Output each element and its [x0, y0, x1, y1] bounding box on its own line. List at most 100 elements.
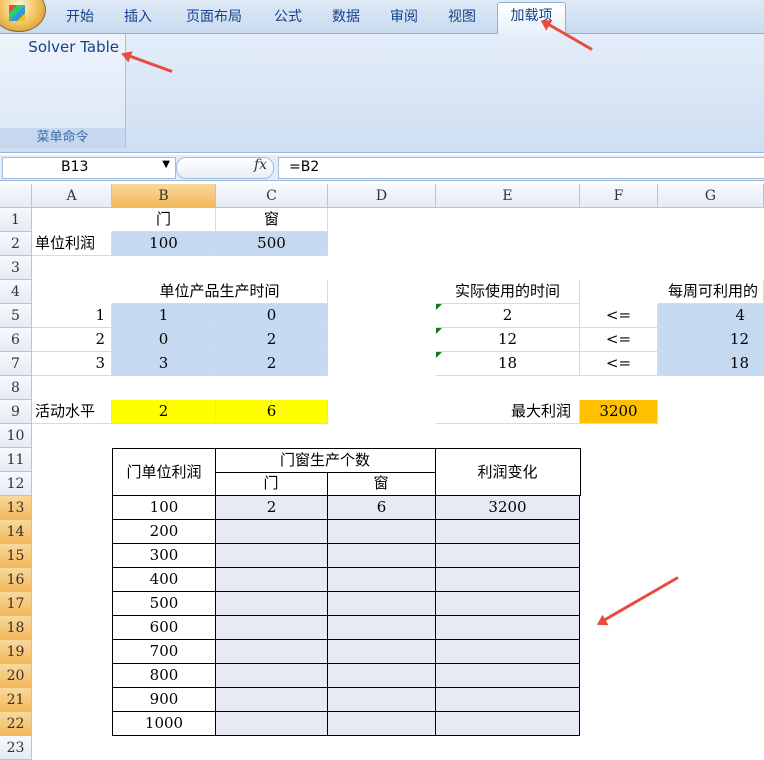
- table-cell-c20[interactable]: [216, 664, 328, 688]
- cell-a9[interactable]: 活动水平: [32, 400, 112, 424]
- row-header-17[interactable]: 17: [0, 592, 32, 616]
- cell-e9[interactable]: 最大利润: [436, 400, 580, 424]
- cell-e4-header[interactable]: 实际使用的时间: [436, 280, 580, 304]
- cell-c2[interactable]: 500: [216, 232, 328, 256]
- table-cell-e22[interactable]: [436, 712, 580, 736]
- table-cell-d17[interactable]: [328, 592, 436, 616]
- row-header-15[interactable]: 15: [0, 544, 32, 568]
- row-header-1[interactable]: 1: [0, 208, 32, 232]
- row-header-13[interactable]: 13: [0, 496, 32, 520]
- tab-home[interactable]: 开始: [54, 4, 106, 32]
- row-header-7[interactable]: 7: [0, 352, 32, 376]
- table-cell-b13[interactable]: 100: [112, 496, 216, 520]
- office-button[interactable]: [0, 0, 46, 32]
- column-header-g[interactable]: G: [658, 184, 764, 208]
- cell-e6[interactable]: 12: [436, 328, 580, 352]
- solver-table-button[interactable]: Solver Table: [0, 38, 125, 56]
- table-cell-d14[interactable]: [328, 520, 436, 544]
- column-header-b[interactable]: B: [112, 184, 216, 208]
- table-cell-e14[interactable]: [436, 520, 580, 544]
- cell-g7[interactable]: 18: [658, 352, 764, 376]
- row-header-4[interactable]: 4: [0, 280, 32, 304]
- column-header-f[interactable]: F: [580, 184, 658, 208]
- name-box[interactable]: B13 ▼: [2, 157, 176, 179]
- table-cell-b19[interactable]: 700: [112, 640, 216, 664]
- table-cell-e16[interactable]: [436, 568, 580, 592]
- cell-f6[interactable]: <=: [580, 328, 658, 352]
- cell-f9[interactable]: 3200: [580, 400, 658, 424]
- cell-c5[interactable]: 0: [216, 304, 328, 328]
- table-header-window[interactable]: 窗: [327, 472, 436, 496]
- table-cell-e15[interactable]: [436, 544, 580, 568]
- cell-g6[interactable]: 12: [658, 328, 764, 352]
- cell-b4-header[interactable]: 单位产品生产时间: [112, 280, 328, 304]
- row-header-8[interactable]: 8: [0, 376, 32, 400]
- cell-a7[interactable]: 3: [32, 352, 112, 376]
- cell-c9[interactable]: 6: [216, 400, 328, 424]
- row-header-20[interactable]: 20: [0, 664, 32, 688]
- table-cell-d19[interactable]: [328, 640, 436, 664]
- cell-a2[interactable]: 单位利润: [32, 232, 112, 256]
- row-header-21[interactable]: 21: [0, 688, 32, 712]
- cell-b5[interactable]: 1: [112, 304, 216, 328]
- table-cell-d22[interactable]: [328, 712, 436, 736]
- table-header-production[interactable]: 门窗生产个数: [215, 448, 436, 473]
- table-header-door[interactable]: 门: [215, 472, 328, 496]
- table-cell-c14[interactable]: [216, 520, 328, 544]
- table-cell-b14[interactable]: 200: [112, 520, 216, 544]
- row-header-2[interactable]: 2: [0, 232, 32, 256]
- cell-f7[interactable]: <=: [580, 352, 658, 376]
- table-cell-e20[interactable]: [436, 664, 580, 688]
- table-cell-c17[interactable]: [216, 592, 328, 616]
- insert-function-icon[interactable]: fx: [254, 157, 267, 173]
- select-all-corner[interactable]: [0, 184, 32, 208]
- table-cell-c15[interactable]: [216, 544, 328, 568]
- row-header-23[interactable]: 23: [0, 736, 32, 760]
- row-header-11[interactable]: 11: [0, 448, 32, 472]
- cell-e7[interactable]: 18: [436, 352, 580, 376]
- cell-b6[interactable]: 0: [112, 328, 216, 352]
- row-header-6[interactable]: 6: [0, 328, 32, 352]
- row-header-3[interactable]: 3: [0, 256, 32, 280]
- column-header-a[interactable]: A: [32, 184, 112, 208]
- cell-c7[interactable]: 2: [216, 352, 328, 376]
- table-cell-c19[interactable]: [216, 640, 328, 664]
- table-cell-d16[interactable]: [328, 568, 436, 592]
- cell-e5[interactable]: 2: [436, 304, 580, 328]
- row-header-5[interactable]: 5: [0, 304, 32, 328]
- table-cell-e18[interactable]: [436, 616, 580, 640]
- row-header-22[interactable]: 22: [0, 712, 32, 736]
- table-cell-b18[interactable]: 600: [112, 616, 216, 640]
- tab-data[interactable]: 数据: [320, 4, 372, 32]
- tab-page-layout[interactable]: 页面布局: [172, 4, 256, 32]
- cell-c6[interactable]: 2: [216, 328, 328, 352]
- table-cell-d20[interactable]: [328, 664, 436, 688]
- table-cell-c21[interactable]: [216, 688, 328, 712]
- cell-g5[interactable]: 4: [658, 304, 764, 328]
- tab-review[interactable]: 审阅: [378, 4, 430, 32]
- table-cell-c16[interactable]: [216, 568, 328, 592]
- table-cell-d18[interactable]: [328, 616, 436, 640]
- table-cell-e17[interactable]: [436, 592, 580, 616]
- cell-g4-header[interactable]: 每周可利用的: [658, 280, 764, 304]
- table-cell-b16[interactable]: 400: [112, 568, 216, 592]
- tab-formulas[interactable]: 公式: [262, 4, 314, 32]
- table-cell-b20[interactable]: 800: [112, 664, 216, 688]
- table-cell-b17[interactable]: 500: [112, 592, 216, 616]
- table-cell-e21[interactable]: [436, 688, 580, 712]
- column-header-c[interactable]: C: [216, 184, 328, 208]
- tab-insert[interactable]: 插入: [112, 4, 164, 32]
- table-header-door-profit[interactable]: 门单位利润: [112, 448, 216, 496]
- cell-a6[interactable]: 2: [32, 328, 112, 352]
- row-header-18[interactable]: 18: [0, 616, 32, 640]
- table-cell-d21[interactable]: [328, 688, 436, 712]
- chevron-down-icon[interactable]: ▼: [162, 159, 170, 170]
- cell-b1[interactable]: 门: [112, 208, 216, 232]
- row-header-14[interactable]: 14: [0, 520, 32, 544]
- column-header-d[interactable]: D: [328, 184, 436, 208]
- table-cell-e19[interactable]: [436, 640, 580, 664]
- row-header-19[interactable]: 19: [0, 640, 32, 664]
- row-header-16[interactable]: 16: [0, 568, 32, 592]
- table-cell-c22[interactable]: [216, 712, 328, 736]
- row-header-10[interactable]: 10: [0, 424, 32, 448]
